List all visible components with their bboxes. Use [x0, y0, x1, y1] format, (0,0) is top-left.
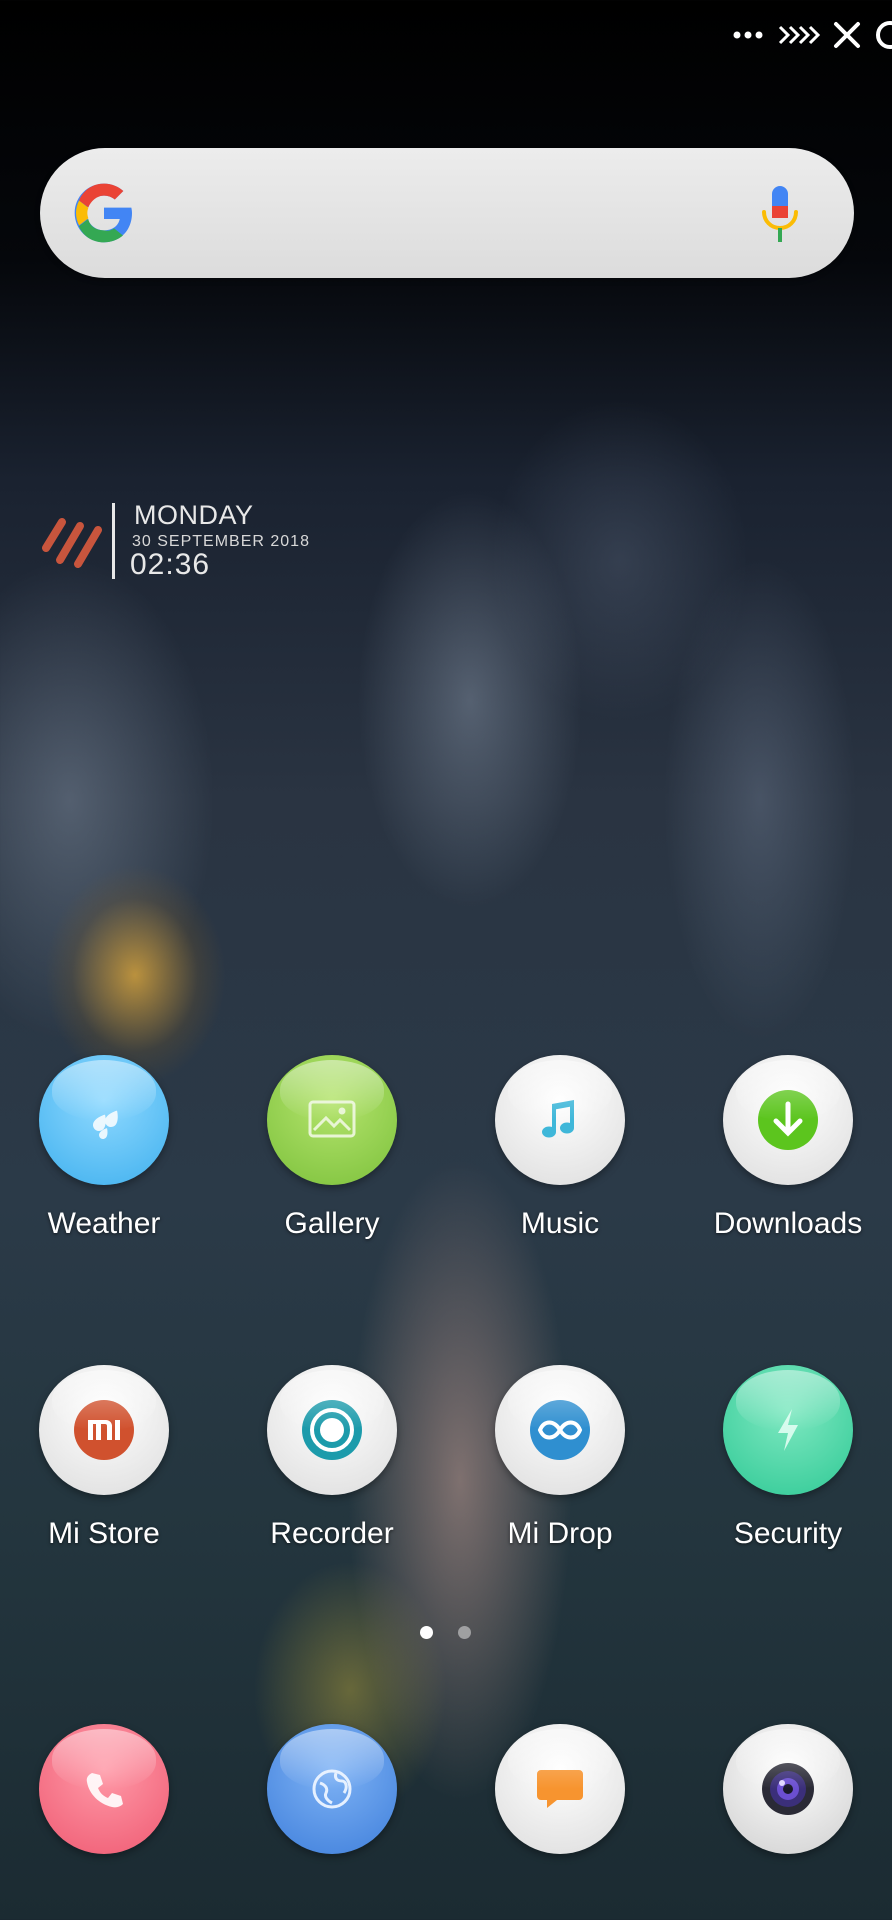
slashes-logo-icon: [42, 518, 102, 568]
clock-time: 02:36: [130, 548, 211, 581]
dock-phone[interactable]: [0, 1724, 218, 1854]
status-icons: [732, 18, 892, 52]
app-label: Mi Drop: [507, 1517, 613, 1550]
app-mi-drop[interactable]: Mi Drop: [446, 1365, 674, 1551]
mi-store-icon: [39, 1365, 169, 1495]
gallery-icon: [267, 1055, 397, 1185]
dock-messages[interactable]: [446, 1724, 674, 1854]
messages-icon: [495, 1724, 625, 1854]
more-dots-icon: [733, 31, 763, 39]
google-g-icon: [74, 183, 132, 243]
dock-camera[interactable]: [674, 1724, 892, 1854]
security-icon: [723, 1365, 853, 1495]
signal-arrows-icon: [778, 25, 821, 45]
app-downloads[interactable]: Downloads: [674, 1055, 892, 1241]
app-music[interactable]: Music: [446, 1055, 674, 1241]
app-label: Mi Store: [48, 1517, 160, 1550]
app-recorder[interactable]: Recorder: [218, 1365, 446, 1551]
app-mi-store[interactable]: Mi Store: [0, 1365, 218, 1551]
app-label: Gallery: [284, 1207, 380, 1240]
status-bar: [0, 0, 892, 70]
no-sim-x-icon: [834, 22, 860, 48]
app-label: Weather: [47, 1207, 161, 1240]
google-search-bar[interactable]: [40, 148, 854, 278]
app-gallery[interactable]: Gallery: [218, 1055, 446, 1241]
app-weather[interactable]: Weather: [0, 1055, 218, 1241]
clock-divider: [112, 503, 115, 579]
recorder-icon: [267, 1365, 397, 1495]
app-label: Security: [733, 1517, 843, 1550]
page-dot-active[interactable]: [420, 1626, 433, 1639]
page-dot[interactable]: [458, 1626, 471, 1639]
app-label: Recorder: [270, 1517, 394, 1550]
phone-icon: [39, 1724, 169, 1854]
microphone-icon[interactable]: [758, 184, 802, 246]
dock-browser[interactable]: [218, 1724, 446, 1854]
browser-icon: [267, 1724, 397, 1854]
app-security[interactable]: Security: [674, 1365, 892, 1551]
camera-icon: [723, 1724, 853, 1854]
music-note-icon: [495, 1055, 625, 1185]
weather-icon: [39, 1055, 169, 1185]
mi-drop-icon: [495, 1365, 625, 1495]
clock-widget[interactable]: MONDAY 30 SEPTEMBER 2018 02:36: [42, 500, 322, 581]
app-label: Music: [520, 1207, 600, 1240]
app-label: Downloads: [713, 1207, 863, 1240]
download-icon: [723, 1055, 853, 1185]
page-indicator: [0, 1626, 892, 1640]
battery-ring-icon: [876, 21, 892, 49]
clock-day: MONDAY: [134, 500, 254, 530]
